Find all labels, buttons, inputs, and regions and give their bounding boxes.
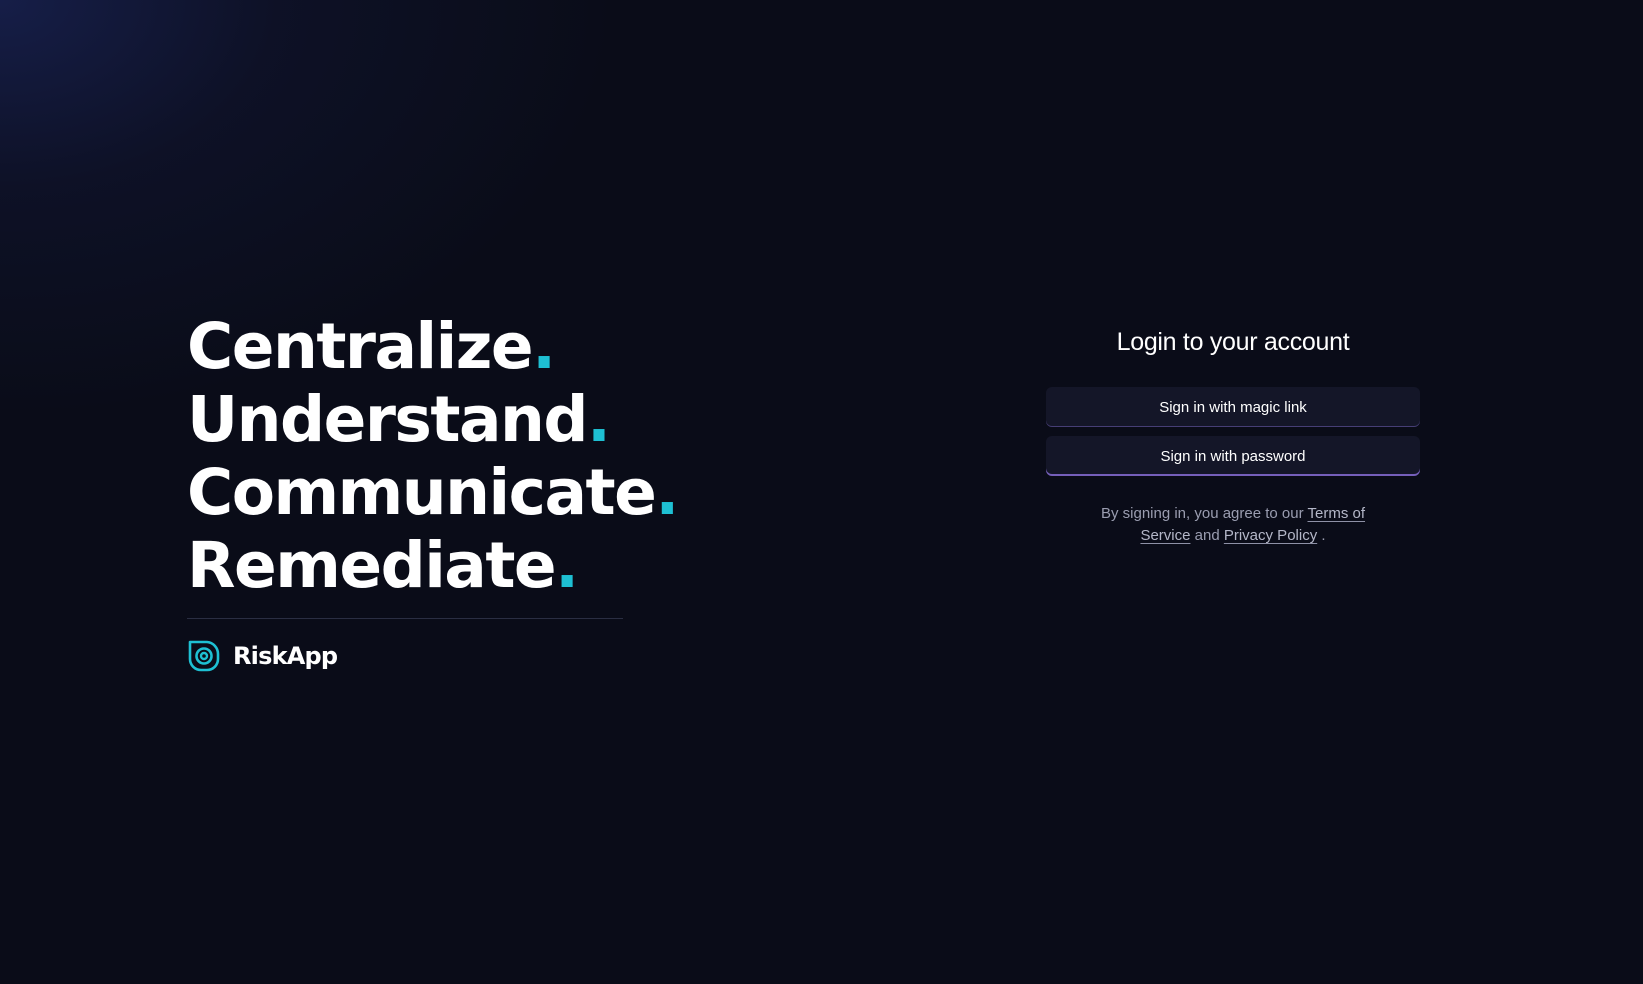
- hero-line-centralize: Centralize.: [187, 310, 623, 383]
- hero-divider: [187, 618, 623, 619]
- brand-name: RiskApp: [233, 642, 338, 670]
- brand: RiskApp: [187, 639, 623, 673]
- login-title: Login to your account: [1116, 328, 1350, 356]
- hero-accent-dot: .: [532, 310, 556, 383]
- magic-link-button[interactable]: Sign in with magic link: [1046, 387, 1420, 427]
- hero-word: Communicate: [187, 456, 657, 529]
- legal-prefix: By signing in, you agree to our: [1100, 505, 1304, 522]
- target-logo-icon: [188, 640, 220, 672]
- legal-and: and: [1194, 527, 1220, 544]
- hero-accent-dot: .: [586, 383, 611, 456]
- hero-word: Remediate: [187, 529, 557, 602]
- hero-word: Centralize: [187, 310, 534, 383]
- hero-line-communicate: Communicate.: [187, 456, 679, 529]
- hero-section: Centralize. Understand. Communicate. Rem…: [187, 310, 679, 673]
- legal-suffix: .: [1321, 527, 1326, 544]
- hero-word: Understand: [187, 383, 588, 456]
- hero-line-remediate: Remediate.: [187, 529, 623, 602]
- login-panel: Login to your account Sign in with magic…: [1046, 322, 1420, 547]
- hero-accent-dot: .: [555, 529, 579, 602]
- password-button[interactable]: Sign in with password: [1046, 436, 1420, 476]
- legal-notice: By signing in, you agree to our Terms of…: [1046, 503, 1420, 547]
- hero-accent-dot: .: [655, 456, 679, 529]
- hero-line-understand: Understand.: [187, 383, 623, 456]
- privacy-policy-link[interactable]: Privacy Policy: [1224, 527, 1317, 544]
